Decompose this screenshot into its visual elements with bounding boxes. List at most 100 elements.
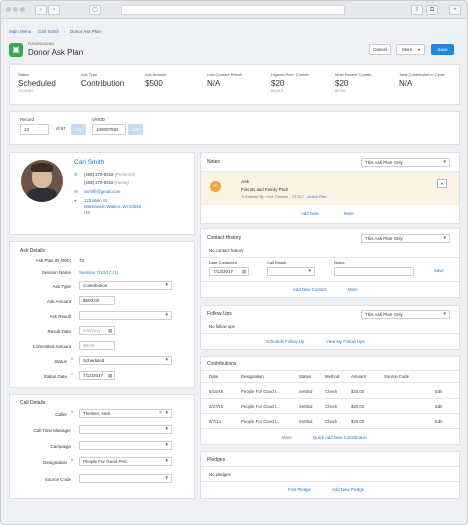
calendar-icon[interactable]: ▦ [108, 373, 112, 379]
stat-value: $500 [145, 79, 163, 88]
call-details-title: Call Details [20, 400, 46, 406]
session-link[interactable]: Session 7/13/17 (1) [79, 270, 118, 275]
notes-filter-select[interactable]: This Ask Plan Only [361, 158, 450, 167]
breadcrumb-carl-smith[interactable]: Carl Smith [38, 29, 59, 34]
tab-icon[interactable]: ▢ [89, 5, 101, 15]
column-header: Amount [351, 374, 366, 379]
stat-sub: 6/10/15 [271, 89, 283, 93]
cell-amount: $20.00 [351, 389, 365, 394]
window-dot[interactable] [13, 7, 18, 12]
add-pledge-link[interactable]: Add New Pledge [332, 487, 364, 492]
follow-ups-filter-select[interactable]: This Ask Plan Only [361, 310, 450, 319]
phone-tag: (Home) [114, 180, 129, 185]
add-note-link[interactable]: Add Note [301, 211, 319, 216]
ask-type-select[interactable]: Contribution [79, 281, 172, 290]
designation-label: Designation [43, 460, 67, 465]
committed-input[interactable]: $0.00 [79, 341, 115, 350]
more-button[interactable]: More ▾ [396, 44, 425, 55]
manager-select[interactable] [79, 425, 172, 434]
vanid-input[interactable]: 100007932 [92, 124, 126, 135]
stat-label: Last Contact Result [207, 72, 242, 77]
note-subtitle: Friends and Family Pitch [241, 187, 289, 192]
required-marker: * [71, 358, 73, 364]
contact-address[interactable]: 123 Main St Manitowish Waters, WI 54545 … [84, 198, 141, 216]
divider [201, 281, 459, 282]
vanid-go-button[interactable]: Go [128, 124, 143, 135]
note-action-plan-link[interactable]: Action Plan [307, 195, 326, 199]
new-tab-icon[interactable]: + [449, 5, 461, 15]
cell-status: Settled [299, 389, 313, 394]
cell-status: Settled [299, 419, 313, 424]
contact-save-link[interactable]: Save [434, 268, 444, 273]
phone-home[interactable]: (408) 270-8218 (Home) [84, 180, 129, 185]
edit-link[interactable]: Edit [435, 419, 442, 424]
plan-id-label: Ask Plan ID (900) [35, 258, 71, 263]
notes-more-link[interactable]: More [344, 211, 354, 216]
note-expand-button[interactable]: ▾ [437, 179, 447, 188]
divider [201, 257, 459, 258]
clear-icon[interactable]: × [159, 410, 162, 416]
back-icon[interactable]: ‹ [35, 5, 47, 15]
stat-sub: 8/7/14 [335, 89, 345, 93]
ask-result-select[interactable] [79, 311, 172, 320]
date-contacted-label: Date Contacted [209, 260, 237, 265]
ask-amount-input[interactable]: $500.00 [79, 296, 115, 305]
record-input[interactable]: 13 [20, 124, 49, 135]
cell-amount: $20.00 [351, 419, 365, 424]
edit-link[interactable]: Edit [435, 389, 442, 394]
required-marker: * [71, 459, 73, 465]
add-contact-link[interactable]: Add New Contact [293, 287, 326, 292]
stat-total-contrib: Total Contributed in Cycle N/A [399, 72, 461, 88]
quick-add-contribution-link[interactable]: Quick Add New Contribution [313, 435, 367, 440]
find-pledge-link[interactable]: Find Pledge [288, 487, 311, 492]
contact-name[interactable]: Carl Smith [74, 159, 104, 166]
call-result-select[interactable] [267, 267, 315, 276]
contributions-more-link[interactable]: More [282, 435, 292, 440]
cell-method: Check [325, 404, 338, 409]
status-select[interactable]: Scheduled [79, 356, 172, 365]
call-result-label: Call Result [267, 260, 287, 265]
source-code-select[interactable] [79, 474, 172, 483]
contact-history-more-link[interactable]: More [348, 287, 358, 292]
contact-history-title: Contact History [207, 235, 242, 241]
window-dot[interactable] [6, 7, 11, 12]
fundraising-icon: ▣ [9, 43, 23, 57]
stat-value: Scheduled [18, 79, 56, 88]
plan-id-value: 73 [79, 258, 85, 263]
save-button[interactable]: Save [431, 44, 454, 55]
contact-card: Carl Smith ✆ (408) 270-8218 (Preferred) … [9, 152, 195, 235]
column-header: Method [325, 374, 340, 379]
view-follow-ups-link[interactable]: View My Follow Ups [326, 339, 365, 344]
edit-link[interactable]: Edit [435, 404, 442, 409]
breadcrumb-main-menu[interactable]: Main Menu [9, 29, 31, 34]
notes-title: Notes [207, 159, 221, 165]
contact-email[interactable]: csmith@gmail.com [84, 189, 120, 194]
follow-ups-panel: Follow Ups This Ask Plan Only No follow … [200, 305, 460, 350]
forward-icon[interactable]: › [48, 5, 60, 15]
cell-date: 6/10/15 [209, 389, 224, 394]
pledges-panel: Pledges No pledges Find Pledge Add New P… [200, 451, 460, 499]
share-icon[interactable]: ⇧ [411, 5, 423, 15]
record-of: of 67 [56, 126, 66, 131]
cancel-button[interactable]: Cancel [369, 44, 391, 55]
contact-history-filter-select[interactable]: This Ask Plan Only [361, 234, 450, 243]
tabs-icon[interactable]: ⧉ [426, 5, 438, 15]
phone-preferred[interactable]: (408) 270-8218 (Preferred) [84, 172, 135, 177]
window-dot[interactable] [20, 7, 25, 12]
designation-select[interactable]: People For Good PAC [79, 457, 172, 466]
address-bar[interactable] [121, 5, 345, 15]
schedule-follow-up-link[interactable]: Schedule Follow Up [266, 339, 304, 344]
stat-value: $20 [271, 79, 285, 88]
calendar-icon[interactable]: ▦ [242, 269, 246, 275]
campaign-select[interactable] [79, 441, 172, 450]
record-go-button[interactable]: Go [71, 124, 86, 135]
email-icon: ✉ [74, 189, 78, 194]
calendar-icon[interactable]: ▦ [108, 328, 112, 334]
note-title: Ask [241, 180, 249, 185]
status-label: Status [54, 359, 67, 364]
column-header: Date [209, 374, 219, 379]
divider [201, 398, 459, 399]
column-header: Designation [241, 374, 264, 379]
ask-type-label: Ask Type [52, 284, 71, 289]
contact-notes-input[interactable] [334, 267, 414, 276]
